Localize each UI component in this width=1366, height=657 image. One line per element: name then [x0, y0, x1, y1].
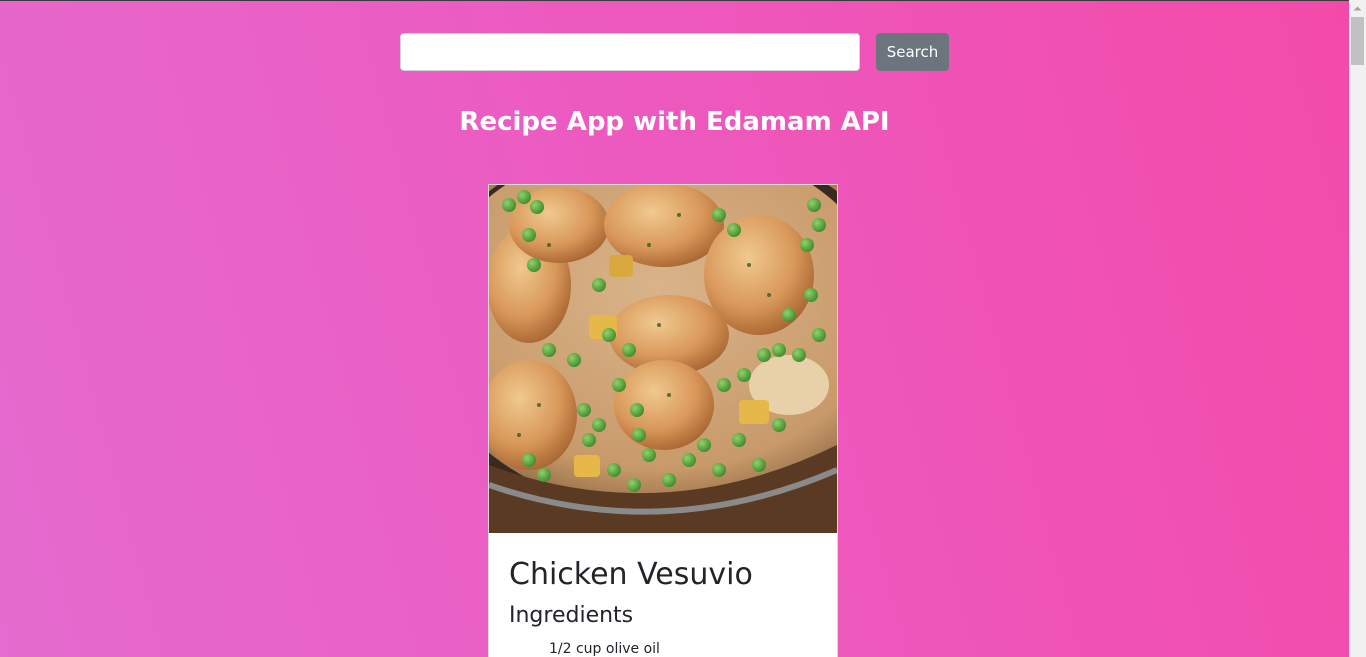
ingredient-list: 1/2 cup olive oil — [549, 639, 660, 657]
vertical-scrollbar[interactable] — [1349, 0, 1366, 657]
ingredient-item: 1/2 cup olive oil — [549, 641, 660, 657]
search-button[interactable]: Search — [876, 33, 949, 71]
search-form: Search — [400, 33, 949, 71]
ingredients-heading: Ingredients — [509, 603, 634, 628]
scroll-up-arrow-icon[interactable] — [1349, 0, 1366, 17]
recipe-image — [489, 185, 837, 533]
recipe-card: Chicken Vesuvio Ingredients 1/2 cup oliv… — [488, 184, 838, 657]
search-input[interactable] — [400, 33, 860, 71]
scrollbar-thumb[interactable] — [1351, 17, 1364, 65]
window-top-border — [0, 0, 1349, 1]
recipe-title: Chicken Vesuvio — [509, 557, 753, 592]
page-title: Recipe App with Edamam API — [459, 107, 890, 137]
